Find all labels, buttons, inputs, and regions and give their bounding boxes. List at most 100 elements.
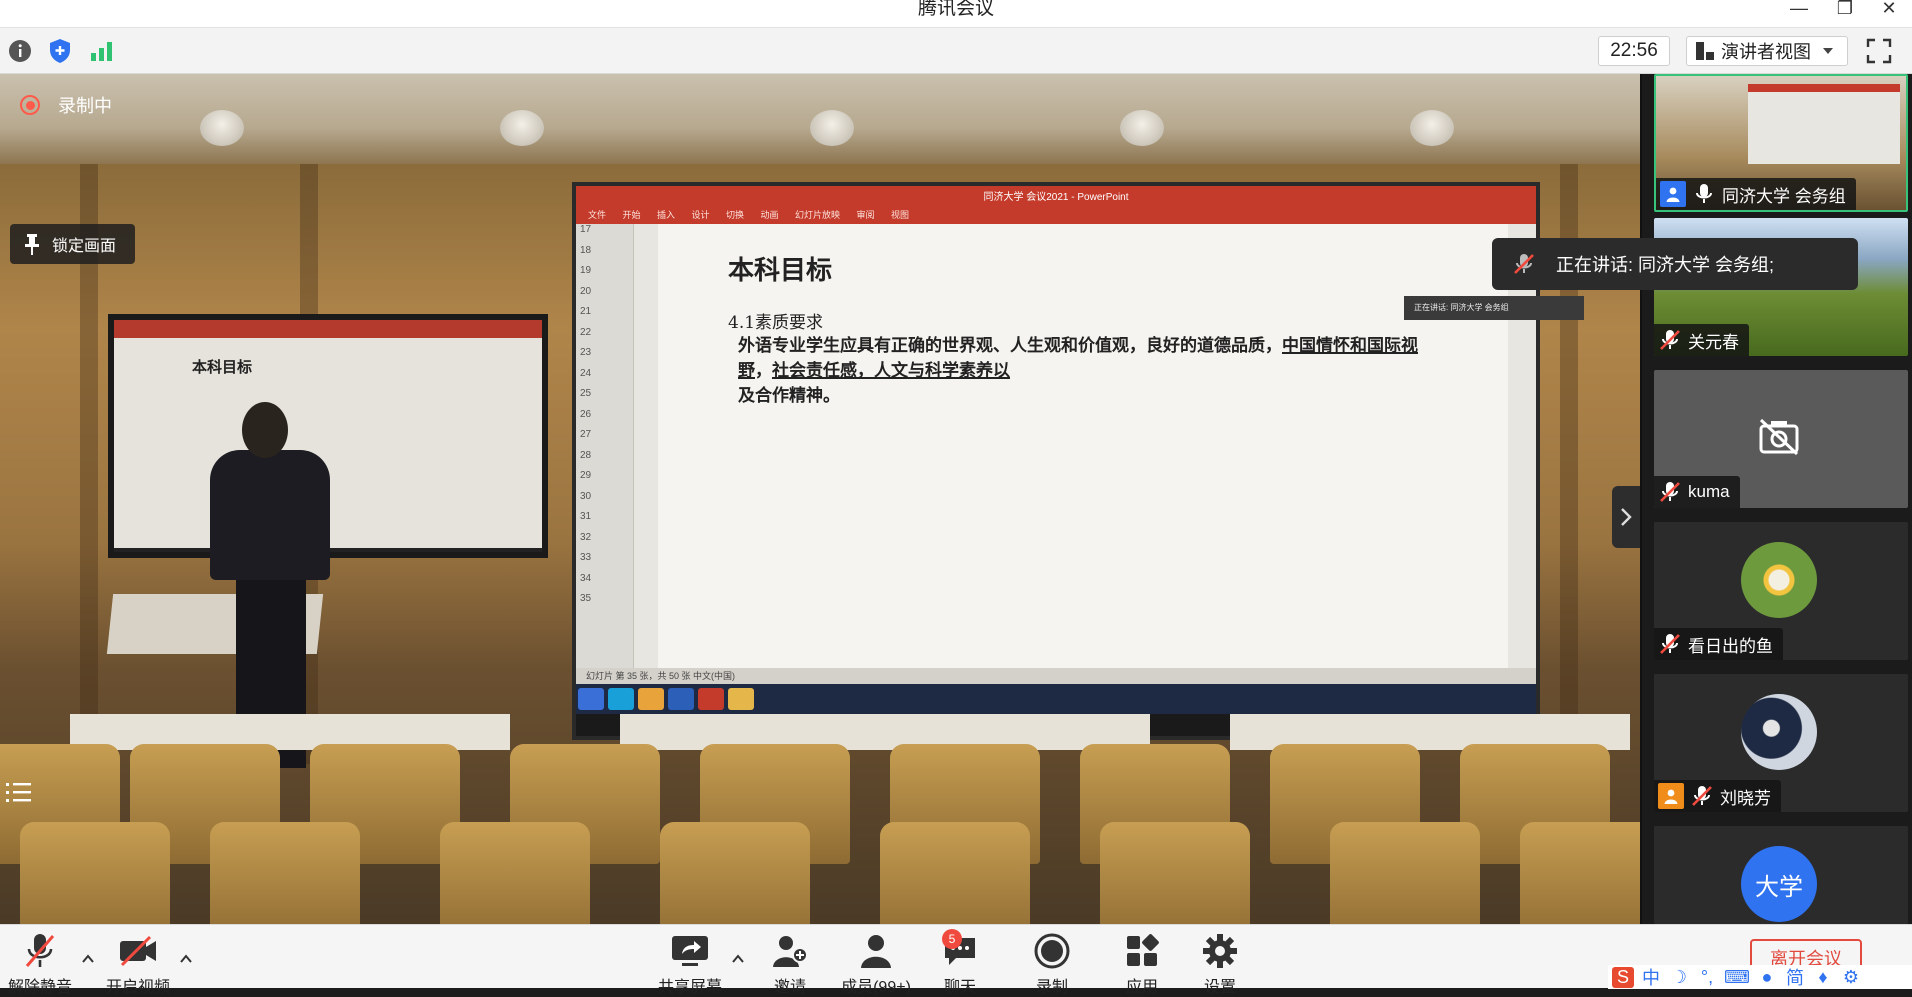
pin-icon [25,234,39,255]
ime-toolbar[interactable]: S 中 ☽ °, ⌨ ● 简 ♦ ⚙ [1608,965,1912,989]
slide-thumbnail-number[interactable]: 32 [576,532,633,553]
participant-tile[interactable]: 大学 [1654,826,1908,924]
lock-view-label: 锁定画面 [52,238,117,255]
user-host-icon [1660,181,1686,207]
ime-moon-icon[interactable]: ☽ [1668,967,1690,988]
ime-chinese-mode[interactable]: 中 [1640,964,1662,990]
participant-tile[interactable]: 刘晓芳 [1654,674,1908,812]
view-mode-select[interactable]: 演讲者视图 [1686,36,1848,66]
members-button[interactable]: 成员(99+) [836,931,916,996]
slide-thumbnail-number[interactable]: 19 [576,265,633,286]
participant-name-tag: 刘晓芳 [1654,780,1781,812]
slide-paragraph: 外语专业学生应具有正确的世界观、人生观和价值观，良好的道德品质，中国情怀和国际视… [738,336,1418,406]
restore-button[interactable]: ❐ [1830,0,1860,20]
settings-label: 设置 [1203,979,1236,996]
ppt-workspace: 17 18 19 20 21 22 23 24 25 26 27 28 29 30 31 32 33 34 35 本… [576,224,1584,668]
fullscreen-icon[interactable] [1866,38,1892,64]
participant-name: 看日出的鱼 [1688,636,1773,656]
info-icon[interactable] [6,37,34,65]
ppt-slide: 本科目标 4.1素质要求 外语专业学生应具有正确的世界观、人生观和价值观，良好的… [658,224,1584,668]
chat-button[interactable]: 5 聊天 [920,929,1000,996]
participant-name-tag: 同济大学 会务组 [1656,178,1856,210]
slide-thumbnail-number[interactable]: 28 [576,450,633,471]
close-window-button[interactable]: ✕ [1874,0,1904,20]
start-video-button[interactable]: 开启视频 [98,931,178,996]
projection-screen: 同济大学 会议2021 - PowerPoint 文件 开始 插入 设计 切换 … [572,182,1584,740]
slide-thumbnail-number[interactable]: 17 [576,224,633,245]
chevron-down-icon [1823,48,1833,54]
slide-thumbnail-number[interactable]: 27 [576,429,633,450]
main-video-stage[interactable]: 本科目标 同济大学 会议2021 - PowerPoint 文件 开始 插入 设… [0,74,1640,924]
monitor-heading: 本科目标 [192,358,253,376]
unmute-button[interactable]: 解除静音 [0,931,80,996]
minimize-button[interactable]: — [1784,0,1814,20]
microphone-muted-icon [1660,482,1680,502]
ppt-slide-thumbnails: 17 18 19 20 21 22 23 24 25 26 27 28 29 30 31 32 33 34 35 [576,224,634,668]
slide-thumbnail-number[interactable]: 30 [576,491,633,512]
record-label: 录制 [1035,979,1068,996]
list-icon[interactable] [4,780,38,814]
chat-unread-badge: 5 [942,929,962,949]
slide-thumbnail-number[interactable]: 24 [576,368,633,389]
audio-options-caret[interactable] [80,951,96,967]
participant-video-list[interactable]: 同济大学 会务组 关元春 kuma 看日出的鱼 刘晓芳 大学 [1640,74,1912,924]
slide-thumbnail-number[interactable]: 35 [576,593,633,614]
recording-label: 录制中 [58,96,112,116]
participant-name-tag: 关元春 [1654,324,1749,356]
lock-view-button[interactable]: 锁定画面 [10,224,135,264]
meeting-toolbar: 22:56 演讲者视图 [0,28,1912,74]
participant-name-tag: kuma [1654,476,1740,508]
avatar [1741,542,1817,618]
chair-row-back [0,822,1640,924]
invite-button[interactable]: 邀请 [750,931,830,996]
network-signal-icon[interactable] [88,37,116,65]
participant-tile[interactable]: 看日出的鱼 [1654,522,1908,660]
share-screen-label: 共享屏幕 [657,979,722,996]
slide-thumbnail-number[interactable]: 26 [576,409,633,430]
slide-thumbnail-number[interactable]: 18 [576,245,633,266]
participant-tile[interactable]: kuma [1654,370,1908,508]
user-cohost-icon [1658,783,1684,809]
slide-thumbnail-number[interactable]: 22 [576,327,633,348]
window-titlebar: 腾讯会议 — ❐ ✕ [0,0,1912,28]
windows-taskbar [576,684,1536,714]
collapse-sidebar-button[interactable] [1612,486,1640,548]
ime-skin-icon[interactable]: ♦ [1812,967,1834,988]
ime-settings-icon[interactable]: ⚙ [1840,967,1862,988]
camera-off-icon [1759,418,1799,456]
slide-thumbnail-number[interactable]: 23 [576,347,633,368]
share-screen-button[interactable]: 共享屏幕 [650,931,730,996]
slide-thumbnail-number[interactable]: 29 [576,470,633,491]
settings-button[interactable]: 设置 [1180,931,1260,996]
microphone-muted-icon [1660,330,1680,350]
slide-thumbnail-number[interactable]: 25 [576,388,633,409]
record-button[interactable]: 录制 [1012,931,1092,996]
ime-keyboard-icon[interactable]: ⌨ [1724,967,1750,988]
slide-thumbnail-number[interactable]: 33 [576,552,633,573]
members-label: 成员(99+) [841,979,911,996]
participant-tile[interactable]: 同济大学 会务组 [1654,74,1908,212]
ppt-statusbar: 幻灯片 第 35 张，共 50 张 中文(中国) [576,668,1536,684]
avatar [1741,694,1817,770]
apps-button[interactable]: 应用 [1102,931,1182,996]
slide-speaking-overlay: 正在讲话: 同济大学 会务组 [1404,296,1584,320]
ime-simplified-mode[interactable]: 简 [1784,964,1806,990]
video-options-caret[interactable] [178,951,194,967]
ppt-app-title: 同济大学 会议2021 - PowerPoint [983,192,1129,203]
slide-thumbnail-number[interactable]: 34 [576,573,633,594]
slide-thumbnail-number[interactable]: 31 [576,511,633,532]
ime-user-icon[interactable]: ● [1756,967,1778,988]
chevron-right-icon [1621,508,1632,526]
chat-label: 聊天 [943,979,976,996]
ime-punctuation-icon[interactable]: °, [1696,967,1718,988]
slide-heading: 本科目标 [728,256,833,286]
security-shield-icon[interactable] [46,37,74,65]
slide-thumbnail-number[interactable]: 20 [576,286,633,307]
meeting-clock: 22:56 [1598,36,1670,66]
slide-thumbnail-number[interactable]: 21 [576,306,633,327]
participant-name: 同济大学 会务组 [1722,186,1846,206]
share-options-caret[interactable] [730,951,746,967]
speaking-indicator-tooltip: 正在讲话: 同济大学 会务组; [1492,238,1858,290]
ppt-titlebar: 同济大学 会议2021 - PowerPoint 文件 开始 插入 设计 切换 … [576,186,1536,224]
camera-off-icon [120,935,156,967]
